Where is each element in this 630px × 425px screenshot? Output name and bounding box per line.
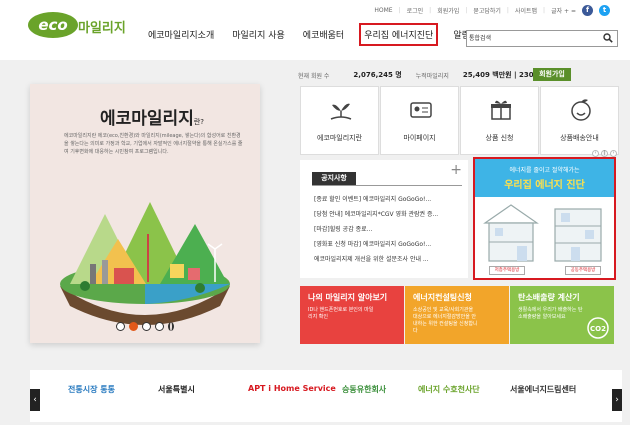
stats-bar: 현재 회원 수 2,076,245 명 누적마일리지 25,409 백만원 | … [298, 68, 560, 82]
pause-icon[interactable] [168, 322, 174, 331]
quick-label: 상품배송안내 [560, 134, 599, 142]
card-desc: ID나 핸드폰번호로 본인의 마일리지 확인 [308, 307, 374, 320]
util-home-link[interactable]: HOME [374, 7, 392, 14]
apartment-button[interactable]: 공동주택용방 [565, 266, 601, 275]
card-title: 나의 마일리지 알아보기 [308, 293, 388, 302]
nav-mileage-use[interactable]: 마일리지 사용 [229, 25, 288, 44]
quick-product-apply[interactable]: 상품 신청 [460, 86, 539, 155]
partner-prev-icon[interactable]: ‹ [30, 389, 40, 411]
hero-dot-1[interactable] [116, 322, 125, 331]
twitter-icon[interactable]: t [599, 4, 610, 16]
search-scope-select[interactable]: 통합검색 [469, 33, 513, 44]
detached-house-button[interactable]: 저층주택용방 [489, 266, 525, 275]
card-title: 에너지컨설팅신청 [413, 293, 472, 302]
quick-mypage[interactable]: 마이페이지 [380, 86, 459, 155]
hero-dot-3[interactable] [142, 322, 151, 331]
more-plus-icon[interactable]: + [450, 162, 462, 178]
hero-title: 에코마일리지란? [100, 109, 204, 129]
partner-banner: ‹ 전통시장 통통 서울특별시 APT i Home Service 승동유한회… [30, 370, 622, 422]
logo-text: 마일리지 [78, 21, 126, 36]
join-button[interactable]: 회원가입 [533, 68, 571, 81]
energy-consulting-card[interactable]: 에너지컨설팅신청 소상공인 및 교육/사회기관을 대상으로 에너지절감방안을 안… [405, 286, 509, 344]
smile-leaf-icon [571, 99, 591, 121]
sprout-hand-icon [330, 103, 352, 120]
partner-logo[interactable]: 서울특별시 [158, 384, 195, 395]
util-sitemap-link[interactable]: 사이트맵 [515, 6, 537, 15]
quick-pause-icon[interactable]: ‖ [601, 150, 608, 157]
quick-label: 마이페이지 [403, 134, 436, 142]
notice-item[interactable]: [당첨 안내] 에코마일리지*CGV 영화 관람권 증... [314, 207, 438, 222]
partner-logo[interactable]: 전통시장 통통 [68, 384, 115, 395]
energy-diagnosis-banner[interactable]: 에너지를 줄이고 절약해가는 우리집 에너지 진단 저층주택용방 공동주택용방 [473, 157, 616, 280]
util-join-link[interactable]: 회원가입 [437, 6, 459, 15]
partner-next-icon[interactable]: › [612, 389, 622, 411]
partner-logo[interactable]: 서울에너지드림센터 [510, 384, 576, 395]
quick-label: 상품 신청 [485, 134, 514, 142]
quick-delivery-info[interactable]: 상품배송안내 [540, 86, 619, 155]
id-card-icon [410, 102, 432, 118]
quick-next-icon[interactable]: › [610, 150, 617, 157]
font-size-control[interactable]: 글자 + = [551, 6, 576, 15]
notice-item[interactable]: [마감]힐링 공감 종료... [314, 222, 438, 237]
nav-eco-learning[interactable]: 에코배움터 [300, 25, 347, 44]
search-box: 통합검색 [466, 30, 618, 47]
quick-eco-mileage[interactable]: 에코마일리지란 [300, 86, 379, 155]
members-value: 2,076,245 명 [353, 71, 402, 79]
my-mileage-card[interactable]: 나의 마일리지 알아보기 ID나 핸드폰번호로 본인의 마일리지 확인 [300, 286, 404, 344]
card-desc: 소상공인 및 교육/사회기관을 대상으로 에너지절감방안을 안내하는 위한 컨설… [413, 307, 478, 334]
partner-logo[interactable]: 승동유한회사 [342, 384, 386, 395]
site-logo[interactable]: eco 마일리지 [28, 10, 138, 40]
svg-text:CO2: CO2 [590, 325, 606, 333]
hero-description: 에코마일리지란 에코(eco,친환경)와 마일리지(mileage, 쌓는다)의… [64, 133, 243, 155]
partner-logo[interactable]: APT i Home Service [248, 384, 336, 393]
partner-logo[interactable]: 에너지 수호천사단 [418, 384, 480, 395]
co2-icon: CO2 [587, 317, 609, 339]
site-header: eco 마일리지 HOME | 로그인 | 회원가입 | 묻고답하기 | 사이트맵 | 글… [0, 0, 630, 60]
notice-item[interactable]: 에코마일리지제 개선을 위한 설문조사 안내 ... [314, 252, 438, 267]
notice-item[interactable]: [종료 할인 이벤트] 에코마일리지 GoGoGo!... [314, 192, 438, 207]
energy-banner-header: 에너지를 줄이고 절약해가는 우리집 에너지 진단 [475, 159, 614, 197]
facebook-icon[interactable]: f [582, 4, 593, 16]
hero-banner: 에코마일리지란? 에코마일리지란 에코(eco,친환경)와 마일리지(milea… [30, 84, 260, 343]
reduction-label: 누적마일리지 [415, 72, 449, 80]
carbon-calculator-card[interactable]: 탄소배출량 계산기 생활속에서 우리가 배출하는 탄소배출량을 알아보세요 CO… [510, 286, 614, 344]
eco-island-illustration [60, 202, 230, 325]
energy-banner-subtitle: 에너지를 줄이고 절약해가는 [509, 167, 580, 174]
logo-mark: eco [28, 12, 78, 38]
quick-label: 에코마일리지란 [316, 134, 363, 142]
hero-dot-4[interactable] [155, 322, 164, 331]
card-title: 탄소배출량 계산기 [518, 293, 580, 302]
hero-dot-2[interactable] [129, 322, 138, 331]
main-nav: 에코마일리지소개 마일리지 사용 에코배움터 우리집 에너지진단 알림터 [145, 22, 481, 46]
nav-about[interactable]: 에코마일리지소개 [145, 25, 217, 44]
hero-pager [116, 322, 174, 331]
energy-banner-title: 우리집 에너지 진단 [504, 180, 585, 191]
util-login-link[interactable]: 로그인 [407, 6, 424, 15]
gift-box-icon [491, 100, 511, 120]
notice-panel: 공지사항 + [종료 할인 이벤트] 에코마일리지 GoGoGo!... [당첨… [300, 160, 468, 278]
notice-item[interactable]: [영화표 신청 마감] 에코마일리지 GoGoGo!... [314, 237, 438, 252]
utility-links: HOME | 로그인 | 회원가입 | 묻고답하기 | 사이트맵 | 글자 + = f t [374, 4, 610, 16]
house-diagram-illustration [483, 204, 602, 262]
search-icon[interactable] [603, 33, 613, 43]
members-label: 현재 회원 수 [298, 72, 330, 80]
nav-home-energy-diagnosis[interactable]: 우리집 에너지진단 [359, 22, 439, 46]
card-desc: 생활속에서 우리가 배출하는 탄소배출량을 알아보세요 [518, 307, 583, 320]
util-qna-link[interactable]: 묻고답하기 [473, 6, 501, 15]
quick-menu-pager: ‹ ‖ › [592, 150, 617, 157]
quick-prev-icon[interactable]: ‹ [592, 150, 599, 157]
tab-notices[interactable]: 공지사항 [312, 172, 356, 185]
